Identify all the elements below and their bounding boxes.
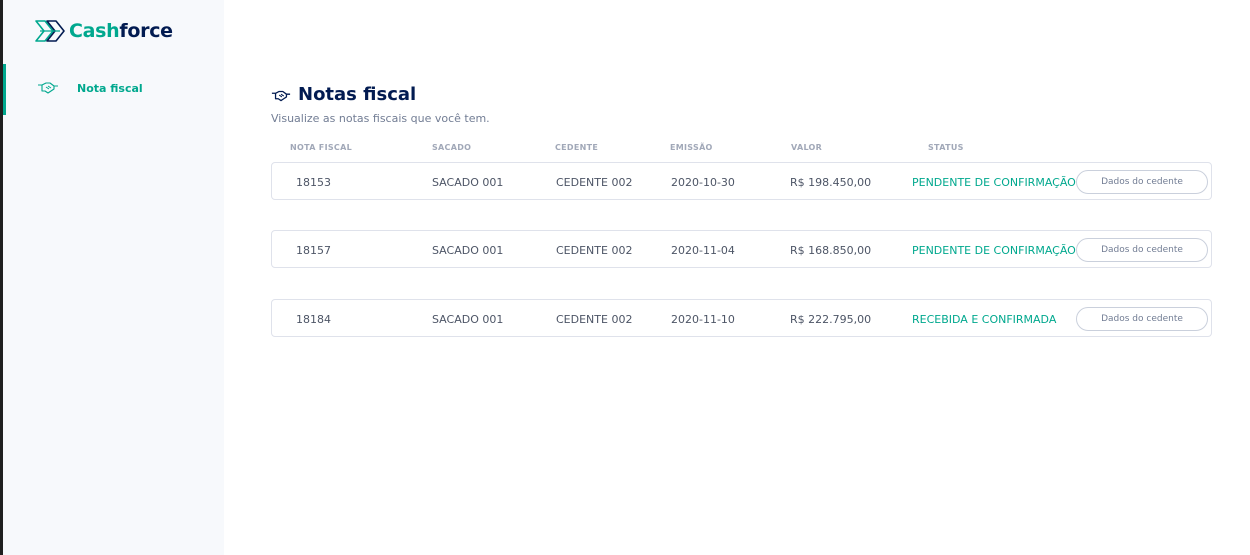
cashforce-logo[interactable]: Cashforce — [34, 17, 173, 45]
cashforce-logo-icon — [35, 20, 65, 42]
brand-name-part1: Cash — [69, 20, 120, 42]
dados-do-cedente-button[interactable]: Dados do cedente — [1076, 238, 1208, 262]
brand-name-part2: force — [119, 20, 173, 42]
status-cell: RECEBIDA E CONFIRMADA — [912, 313, 1057, 326]
status-cell: PENDENTE DE CONFIRMAÇÃO — [912, 176, 1076, 189]
emissao-cell: 2020-10-30 — [671, 176, 735, 189]
cedente-cell: CEDENTE 002 — [556, 176, 633, 189]
sacado-cell: SACADO 001 — [432, 244, 504, 257]
column-header-emissao: EMISSÃO — [670, 143, 713, 152]
status-cell: PENDENTE DE CONFIRMAÇÃO — [912, 244, 1076, 257]
column-header-status: STATUS — [928, 143, 964, 152]
column-header-cedente: CEDENTE — [555, 143, 599, 152]
column-header-nota-fiscal: NOTA FISCAL — [290, 143, 352, 152]
sacado-cell: SACADO 001 — [432, 176, 504, 189]
page-subtitle: Visualize as notas fiscais que você tem. — [271, 112, 490, 125]
dados-do-cedente-button[interactable]: Dados do cedente — [1076, 170, 1208, 194]
cedente-cell: CEDENTE 002 — [556, 313, 633, 326]
valor-cell: R$ 168.850,00 — [790, 244, 872, 257]
table-row: 18184 SACADO 001 CEDENTE 002 2020-11-10 … — [271, 299, 1212, 337]
handshake-icon — [38, 82, 58, 94]
valor-cell: R$ 198.450,00 — [790, 176, 872, 189]
active-indicator — [3, 64, 6, 115]
emissao-cell: 2020-11-04 — [671, 244, 735, 257]
nota-fiscal-cell: 18184 — [296, 313, 331, 326]
table-row: 18157 SACADO 001 CEDENTE 002 2020-11-04 … — [271, 230, 1212, 268]
nota-fiscal-cell: 18157 — [296, 244, 331, 257]
column-header-valor: VALOR — [791, 143, 823, 152]
sidebar: Cashforce Nota fiscal — [3, 0, 224, 555]
page-title: Notas fiscal — [298, 84, 417, 105]
dados-do-cedente-button[interactable]: Dados do cedente — [1076, 307, 1208, 331]
sacado-cell: SACADO 001 — [432, 313, 504, 326]
valor-cell: R$ 222.795,00 — [790, 313, 872, 326]
emissao-cell: 2020-11-10 — [671, 313, 735, 326]
handshake-icon — [271, 90, 291, 102]
column-header-sacado: SACADO — [432, 143, 472, 152]
brand-name: Cashforce — [69, 20, 173, 42]
nota-fiscal-cell: 18153 — [296, 176, 331, 189]
sidebar-item-nota-fiscal[interactable]: Nota fiscal — [3, 64, 224, 115]
sidebar-item-label: Nota fiscal — [77, 82, 143, 95]
cedente-cell: CEDENTE 002 — [556, 244, 633, 257]
table-row: 18153 SACADO 001 CEDENTE 002 2020-10-30 … — [271, 162, 1212, 200]
